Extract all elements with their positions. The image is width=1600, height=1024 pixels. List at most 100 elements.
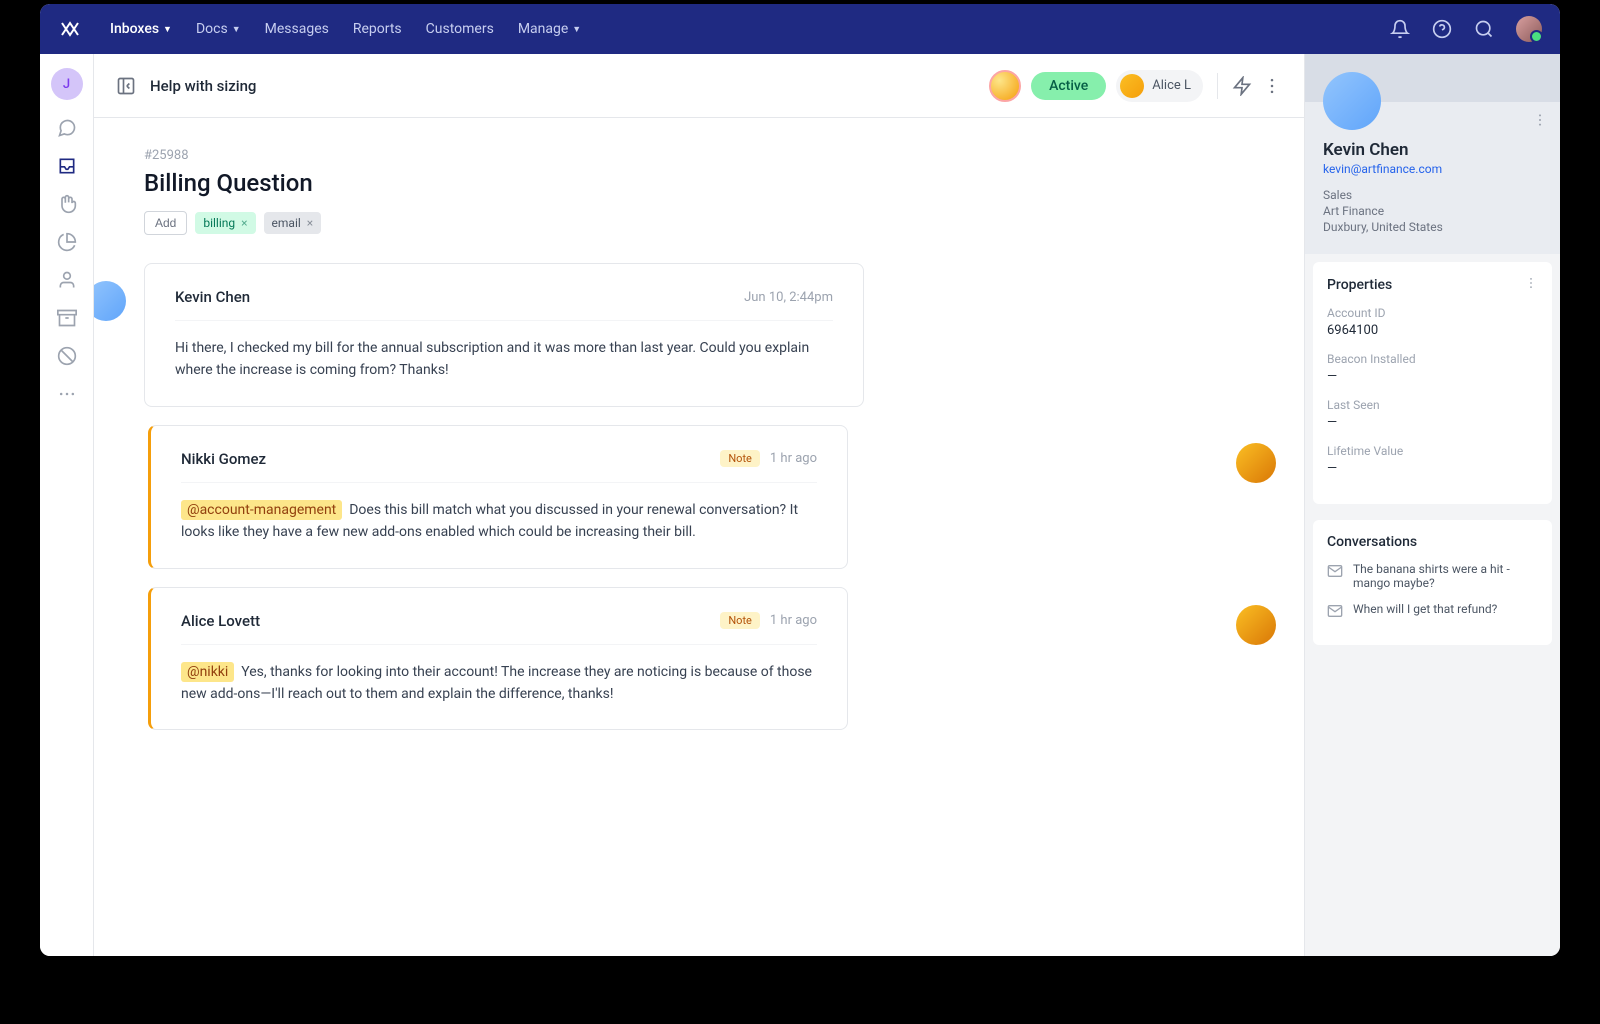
nav-manage[interactable]: Manage ▼ [518,21,581,37]
message-note: Alice Lovett Note 1 hr ago @nikki Yes, t… [144,587,1254,731]
mention[interactable]: @account-management [181,500,342,520]
conversation-link[interactable]: The banana shirts were a hit - mango may… [1327,562,1538,590]
add-tag-button[interactable]: Add [144,211,187,235]
tag-label: email [272,216,301,230]
customer-department: Sales [1323,188,1542,202]
nav-inboxes-label: Inboxes [110,21,159,37]
property-label: Account ID [1327,306,1538,320]
search-icon[interactable] [1474,19,1494,39]
customer-company: Art Finance [1323,204,1542,218]
nav-customers-label: Customers [426,21,494,37]
property-row: Beacon Installed — [1327,352,1538,384]
conversation-link-text: When will I get that refund? [1353,602,1497,616]
nav-manage-label: Manage [518,21,568,37]
tag-label: billing [203,216,235,230]
lightning-icon[interactable] [1232,76,1252,96]
tag-email[interactable]: email × [264,212,322,234]
left-rail: J [40,54,94,956]
help-icon[interactable] [1432,19,1452,39]
more-vertical-icon[interactable] [1524,276,1538,294]
conversation-thread: #25988 Billing Question Add billing× ema… [94,118,1304,956]
property-value: — [1327,369,1538,384]
message-timestamp: Jun 10, 2:44pm [744,290,833,305]
assignee-pill[interactable]: Alice L [1116,70,1203,102]
customer-avatar[interactable] [1323,72,1381,130]
message-body: Hi there, I checked my bill for the annu… [175,337,833,382]
workspace-avatar[interactable]: J [51,68,83,100]
note-badge: Note [720,450,760,467]
more-vertical-icon[interactable] [1532,112,1548,132]
block-icon[interactable] [57,346,77,366]
message-note: Nikki Gomez Note 1 hr ago @account-manag… [144,425,1254,569]
message-timestamp: 1 hr ago [770,613,817,628]
remove-tag-icon[interactable]: × [307,216,313,230]
nav-messages-label: Messages [265,21,329,37]
message-body: @account-management Does this bill match… [181,499,817,544]
notifications-icon[interactable] [1390,19,1410,39]
conversation-link-text: The banana shirts were a hit - mango may… [1353,562,1538,590]
message-customer: Kevin Chen Jun 10, 2:44pm Hi there, I ch… [114,263,1254,407]
tag-row: Add billing × email × [144,211,1254,235]
remove-tag-icon[interactable]: × [241,216,247,230]
customer-location: Duxbury, United States [1323,220,1542,234]
chat-icon[interactable] [57,118,77,138]
properties-heading: Properties [1327,277,1392,293]
chevron-down-icon: ▼ [572,24,581,35]
message-avatar [94,281,126,321]
nav-reports-label: Reports [353,21,402,37]
property-value: — [1327,415,1538,430]
note-badge: Note [720,612,760,629]
message-avatar [1236,605,1276,645]
property-label: Beacon Installed [1327,352,1538,366]
message-text: Yes, thanks for looking into their accou… [181,664,812,702]
conversation-header: Help with sizing Active Alice L [94,54,1304,118]
top-navigation: Inboxes ▼ Docs ▼ Messages Reports Customer… [40,4,1560,54]
customer-sidebar: Kevin Chen kevin@artfinance.com Sales Ar… [1304,54,1560,956]
nav-customers[interactable]: Customers [426,21,494,37]
tag-billing[interactable]: billing × [195,212,255,234]
customer-name: Kevin Chen [1323,140,1542,160]
chevron-down-icon: ▼ [232,24,241,35]
conversations-panel: Conversations The banana shirts were a h… [1313,520,1552,645]
status-badge[interactable]: Active [1031,72,1106,100]
assignee-name: Alice L [1152,78,1191,93]
mail-icon [1327,603,1343,619]
nav-docs[interactable]: Docs ▼ [196,21,241,37]
mention[interactable]: @nikki [181,662,234,682]
app-logo[interactable] [58,17,82,41]
message-body: @nikki Yes, thanks for looking into thei… [181,661,817,706]
mail-icon [1327,563,1343,579]
nav-messages[interactable]: Messages [265,21,329,37]
hand-icon[interactable] [57,194,77,214]
pie-icon[interactable] [57,232,77,252]
assignee-avatar [1120,74,1144,98]
message-author: Kevin Chen [175,288,250,306]
nav-reports[interactable]: Reports [353,21,402,37]
message-author: Nikki Gomez [181,450,266,468]
message-author: Alice Lovett [181,612,260,630]
inbox-icon[interactable] [57,156,77,176]
property-row: Lifetime Value — [1327,444,1538,476]
archive-icon[interactable] [57,308,77,328]
user-avatar[interactable] [1516,16,1542,42]
divider [1217,73,1218,99]
person-icon[interactable] [57,270,77,290]
panel-toggle-icon[interactable] [116,76,136,96]
customer-header-avatar[interactable] [989,70,1021,102]
conversation-title: Help with sizing [150,77,256,95]
ticket-id: #25988 [144,148,1254,163]
properties-panel: Properties Account ID 6964100 Beacon Ins… [1313,262,1552,504]
nav-inboxes[interactable]: Inboxes ▼ [110,21,172,37]
property-label: Last Seen [1327,398,1538,412]
property-label: Lifetime Value [1327,444,1538,458]
property-value: 6964100 [1327,323,1538,338]
more-vertical-icon[interactable] [1262,76,1282,96]
chevron-down-icon: ▼ [163,24,172,35]
property-row: Account ID 6964100 [1327,306,1538,338]
more-icon[interactable] [57,384,77,404]
nav-docs-label: Docs [196,21,228,37]
message-avatar [1236,443,1276,483]
message-timestamp: 1 hr ago [770,451,817,466]
customer-email[interactable]: kevin@artfinance.com [1323,162,1542,176]
conversation-link[interactable]: When will I get that refund? [1327,602,1538,619]
